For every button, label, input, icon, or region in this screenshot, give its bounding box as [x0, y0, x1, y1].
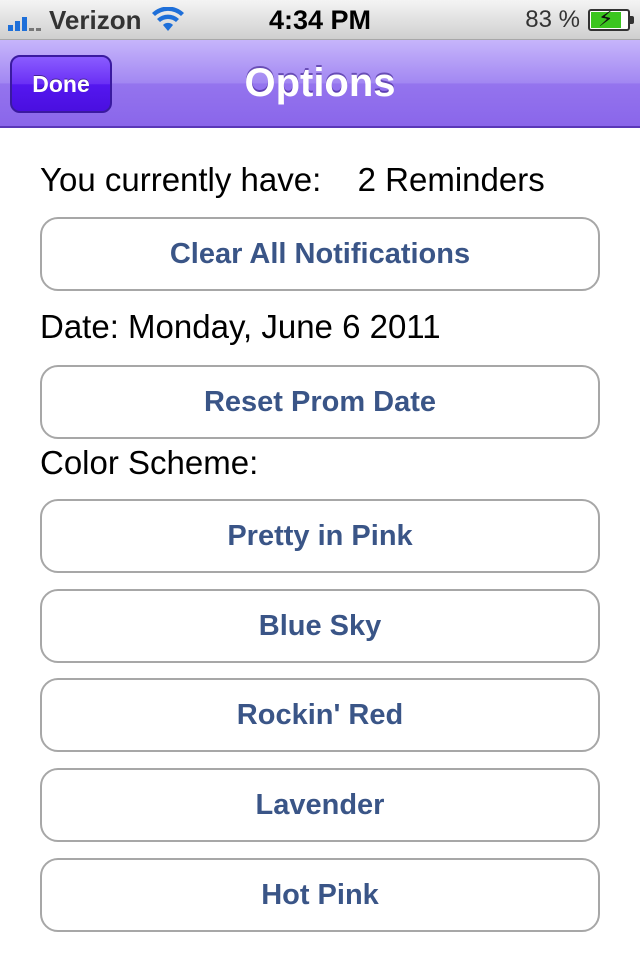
color-option-blue-sky[interactable]: Blue Sky — [40, 589, 600, 663]
charging-bolt-icon: ⚡ — [598, 6, 614, 31]
navigation-bar: Options Done — [0, 40, 640, 128]
reminders-row: You currently have: 2 Reminders — [40, 160, 545, 200]
status-right: 83 % ⚡ — [525, 4, 634, 36]
battery-percent: 83 % — [525, 6, 580, 33]
color-option-hot-pink[interactable]: Hot Pink — [40, 858, 600, 932]
color-option-pretty-in-pink[interactable]: Pretty in Pink — [40, 499, 600, 573]
done-button[interactable]: Done — [10, 55, 112, 113]
status-bar: Verizon 4:34 PM 83 % ⚡ — [0, 0, 640, 40]
reminders-count: 2 Reminders — [357, 161, 545, 198]
date-value: Monday, June 6 2011 — [128, 308, 441, 345]
battery-charging-icon: ⚡ — [588, 6, 634, 31]
color-option-rockin-red[interactable]: Rockin' Red — [40, 678, 600, 752]
date-label: Date: — [40, 308, 119, 345]
color-option-lavender[interactable]: Lavender — [40, 768, 600, 842]
reminders-label: You currently have: — [40, 161, 322, 198]
date-row: Date: Monday, June 6 2011 — [40, 307, 441, 347]
color-scheme-label: Color Scheme: — [40, 444, 259, 481]
reset-prom-date-button[interactable]: Reset Prom Date — [40, 365, 600, 439]
clear-all-notifications-button[interactable]: Clear All Notifications — [40, 217, 600, 291]
